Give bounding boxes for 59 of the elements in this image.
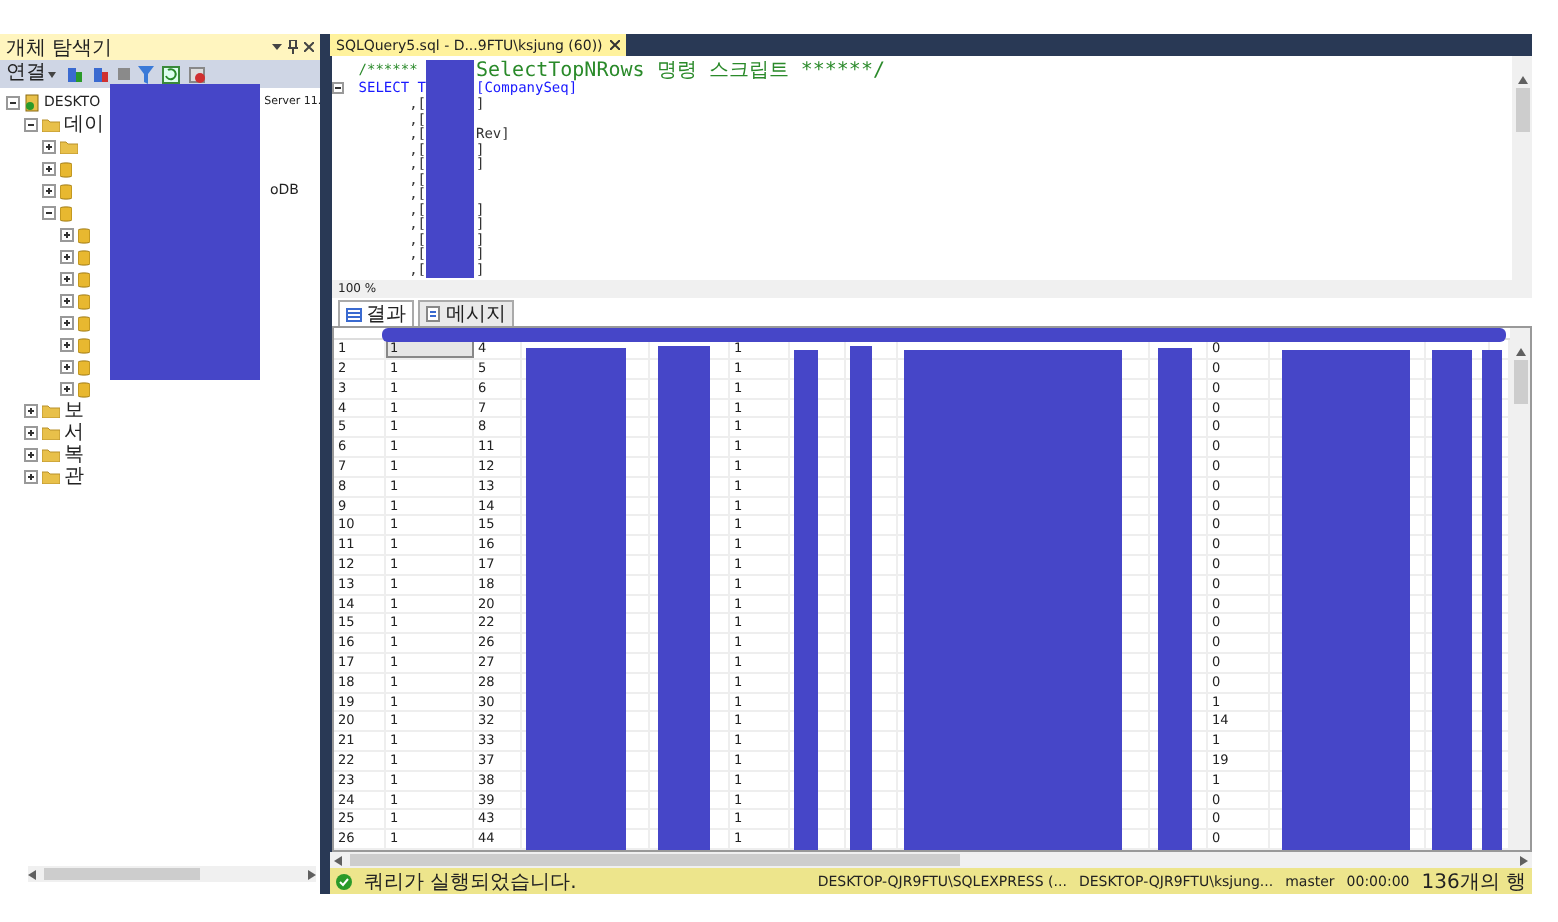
expand-icon[interactable] — [42, 184, 56, 198]
tree-node-label[interactable]: 데이 — [64, 114, 104, 136]
expand-icon[interactable] — [24, 426, 38, 440]
expand-icon[interactable] — [24, 404, 38, 418]
collapse-icon[interactable] — [332, 82, 344, 94]
tree-node-label[interactable]: 보 — [64, 400, 84, 422]
tree-node-label[interactable]: 복 — [64, 444, 84, 466]
scroll-arrow-icon[interactable] — [1520, 855, 1528, 865]
scrollbar-thumb[interactable] — [44, 868, 200, 880]
message-icon — [426, 306, 442, 322]
horizontal-scrollbar[interactable] — [330, 852, 1532, 868]
scrollbar-thumb[interactable] — [350, 854, 960, 866]
scroll-arrow-icon[interactable] — [1517, 76, 1527, 84]
dropdown-icon[interactable] — [272, 43, 282, 51]
scroll-arrow-icon[interactable] — [1515, 348, 1525, 356]
expand-icon[interactable] — [60, 338, 74, 352]
expand-icon[interactable] — [60, 360, 74, 374]
pin-icon[interactable] — [288, 40, 298, 54]
expand-icon[interactable] — [60, 228, 74, 242]
caret-icon — [48, 71, 56, 77]
status-message: 쿼리가 실행되었습니다. — [364, 869, 579, 895]
expand-icon[interactable] — [60, 272, 74, 286]
tree-node-label[interactable]: 관 — [64, 466, 84, 488]
vertical-scrollbar[interactable] — [1512, 56, 1532, 280]
expand-icon[interactable] — [24, 470, 38, 484]
expand-icon[interactable] — [60, 382, 74, 396]
close-icon[interactable] — [610, 37, 621, 53]
grid-icon — [346, 307, 362, 321]
collapse-icon[interactable] — [24, 118, 38, 132]
collapse-icon[interactable] — [42, 206, 56, 220]
status-row-count: 136개의 행 — [1421, 869, 1526, 895]
scroll-arrow-icon[interactable] — [28, 869, 36, 879]
pane-title: 개체 탐색기 — [6, 35, 113, 61]
connect-button[interactable]: 연결 — [4, 62, 58, 86]
filter-icon[interactable] — [138, 65, 154, 83]
expand-icon[interactable] — [60, 316, 74, 330]
expand-icon[interactable] — [60, 250, 74, 264]
activity-monitor-icon[interactable] — [188, 65, 206, 83]
expand-icon[interactable] — [42, 162, 56, 176]
expand-icon[interactable] — [60, 294, 74, 308]
server-connect-icon[interactable] — [66, 65, 84, 83]
scroll-arrow-icon[interactable] — [308, 869, 316, 879]
result-tab[interactable]: 결과 — [338, 300, 414, 326]
tree-node-label[interactable]: 서 — [64, 422, 84, 444]
scroll-arrow-icon[interactable] — [334, 855, 342, 865]
server-icon — [24, 94, 40, 112]
scrollbar-thumb[interactable] — [1515, 88, 1529, 132]
server-disconnect-icon[interactable] — [92, 65, 110, 83]
expand-icon[interactable] — [42, 140, 56, 154]
expand-icon[interactable] — [24, 448, 38, 462]
scrollbar-thumb[interactable] — [1513, 360, 1527, 404]
close-icon[interactable] — [304, 42, 314, 52]
vertical-scrollbar[interactable] — [1510, 328, 1530, 850]
code-text: SelectTopNRows 명령 스크립트 ******/ — [476, 60, 887, 82]
result-tab[interactable]: 메시지 — [418, 300, 514, 326]
collapse-icon[interactable] — [6, 96, 20, 110]
refresh-icon[interactable] — [162, 65, 180, 83]
horizontal-scrollbar[interactable] — [28, 866, 316, 882]
check-icon — [336, 873, 352, 889]
